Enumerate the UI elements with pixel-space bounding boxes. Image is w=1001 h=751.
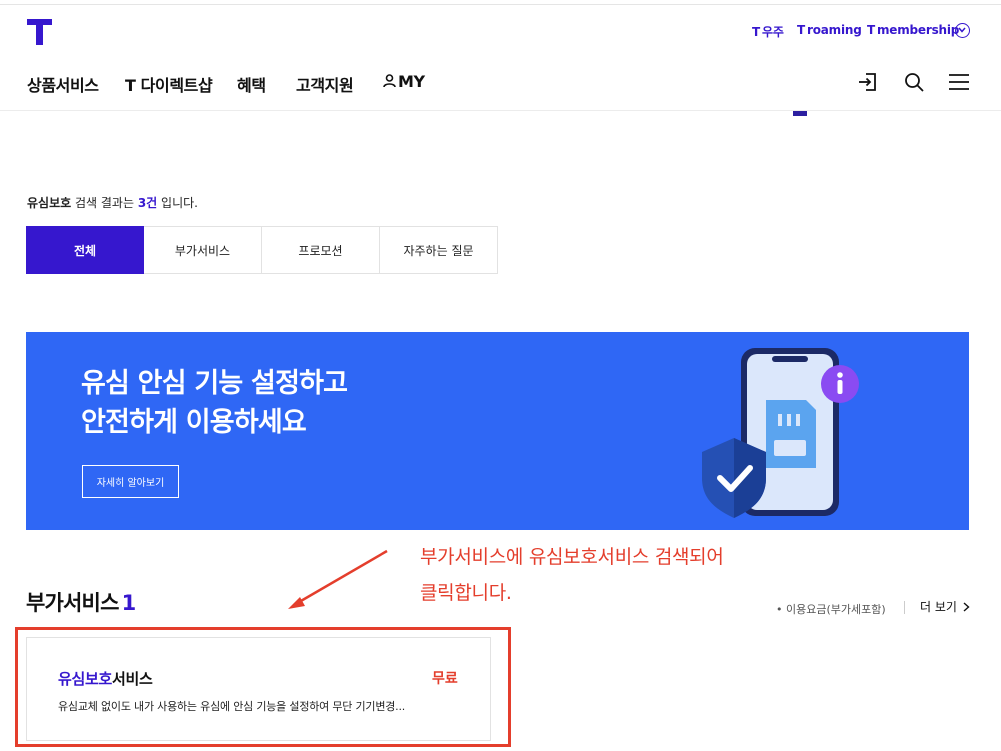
link-t-roaming[interactable]: Troaming	[797, 23, 862, 37]
t-logo[interactable]	[27, 19, 52, 45]
nav-benefits[interactable]: 혜택	[237, 72, 266, 96]
promo-banner[interactable]: 유심 안심 기능 설정하고 안전하게 이용하세요 자세히 알아보기	[26, 332, 969, 530]
banner-title: 유심 안심 기능 설정하고 안전하게 이용하세요	[81, 368, 348, 438]
divider	[904, 601, 905, 614]
tab-addon-services[interactable]: 부가서비스	[144, 226, 262, 274]
annotation-arrow-icon	[288, 549, 388, 609]
search-icon[interactable]	[903, 71, 925, 93]
main-nav: 상품서비스 T 다이렉트샵 혜택 고객지원 MY	[0, 55, 1001, 111]
annotation-text: 부가서비스에 유심보호서비스 검색되어 클릭합니다.	[420, 546, 724, 604]
result-tabs: 전체 부가서비스 프로모션 자주하는 질문	[26, 226, 498, 274]
nav-my[interactable]: MY	[383, 72, 425, 91]
menu-icon[interactable]	[948, 71, 970, 93]
chevron-right-icon	[963, 602, 970, 612]
chevron-down-icon[interactable]	[955, 23, 970, 38]
link-t-membership[interactable]: Tmembership	[867, 23, 959, 37]
annotation-highlight-box	[15, 627, 511, 747]
price-note: • 이용요금(부가세포함)	[776, 603, 886, 616]
nav-support[interactable]: 고객지원	[296, 72, 354, 96]
nav-direct-shop[interactable]: T 다이렉트샵	[125, 72, 213, 96]
cutoff-tag	[793, 111, 807, 116]
link-t-universe[interactable]: T 우주	[752, 23, 784, 40]
tab-all[interactable]: 전체	[26, 226, 144, 274]
section-title: 부가서비스 1	[26, 591, 136, 615]
user-icon	[383, 74, 396, 88]
login-icon[interactable]	[857, 71, 879, 93]
utility-bar: T 우주 Troaming Tmembership	[0, 4, 1001, 54]
more-link[interactable]: 더 보기	[920, 598, 970, 615]
phone-shield-illustration	[702, 348, 859, 518]
banner-more-button[interactable]: 자세히 알아보기	[82, 465, 179, 498]
tab-promotions[interactable]: 프로모션	[262, 226, 380, 274]
nav-products[interactable]: 상품서비스	[27, 72, 99, 96]
search-result-summary: 유심보호 검색 결과는 3건 입니다.	[27, 196, 198, 210]
page: T 우주 Troaming Tmembership 상품서비스 T 다이렉트샵 혜…	[0, 0, 1001, 751]
tab-faq[interactable]: 자주하는 질문	[380, 226, 498, 274]
